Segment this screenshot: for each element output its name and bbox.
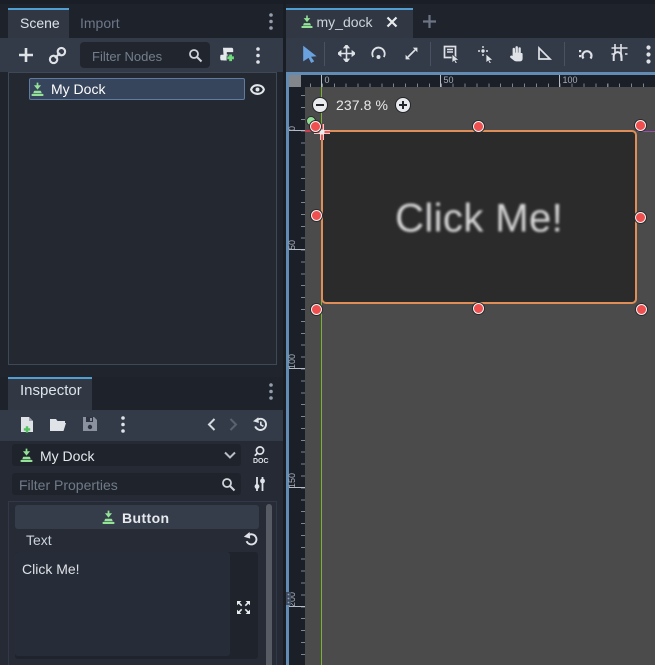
svg-text:DOC: DOC: [253, 458, 269, 465]
